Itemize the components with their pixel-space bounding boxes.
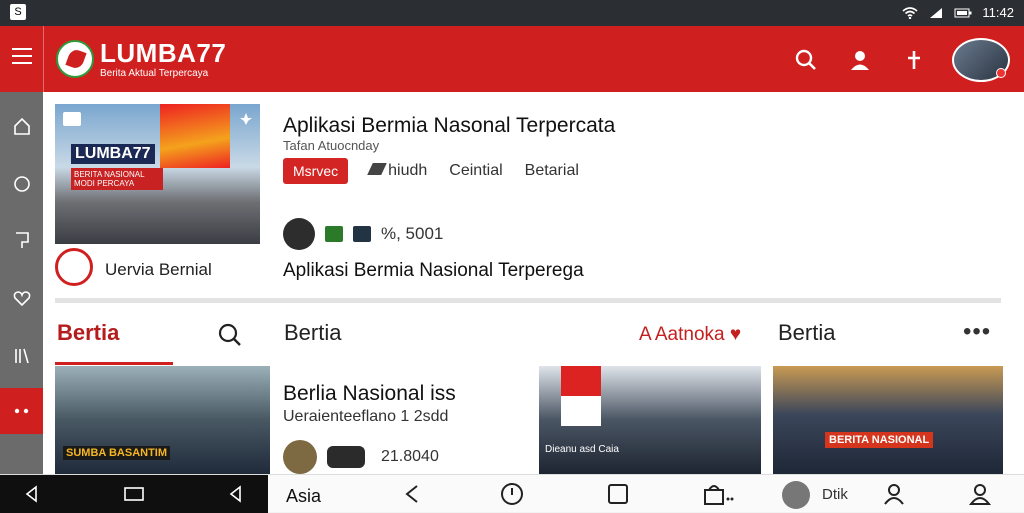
channel-logo-icon[interactable] xyxy=(55,248,93,286)
author-avatar[interactable] xyxy=(283,440,317,474)
news-card-title[interactable]: Berlia Nasional iss xyxy=(283,382,456,406)
more-dots-icon xyxy=(14,408,28,414)
channel-name[interactable]: Uervia Bernial xyxy=(105,260,212,280)
sidebar xyxy=(0,92,43,474)
divider xyxy=(43,26,44,92)
nav-back-icon[interactable] xyxy=(398,480,426,508)
chip-3[interactable]: Betarial xyxy=(525,162,579,180)
main-content: LUMBA77 BERITA NASIONAL MODI PERCAYA Uer… xyxy=(43,92,1024,474)
account-avatar[interactable] xyxy=(952,38,1010,82)
shield-icon xyxy=(325,226,343,242)
profile-button[interactable] xyxy=(844,44,876,76)
clock: 11:42 xyxy=(982,5,1014,20)
feature-headline[interactable]: Aplikasi Bermia Nasonal Terpercata xyxy=(283,114,615,138)
account-icon[interactable] xyxy=(966,480,994,508)
nav-account-label[interactable]: Dtik xyxy=(822,486,848,503)
status-icons: 11:42 xyxy=(902,5,1014,20)
card-tag: Dieanu asd Caia xyxy=(545,444,619,455)
sidebar-item-favorites[interactable] xyxy=(0,278,43,318)
section-divider xyxy=(55,298,1001,303)
section-link[interactable]: A Aatnoka ♥ xyxy=(639,324,741,346)
tablet-icon[interactable] xyxy=(604,480,632,508)
clock-icon[interactable] xyxy=(498,480,526,508)
nav-label[interactable]: Asia xyxy=(286,486,321,507)
sidebar-item-bookmark[interactable] xyxy=(0,220,43,260)
feature-headline-secondary[interactable]: Aplikasi Bermia Nasional Terperega xyxy=(283,260,584,282)
flag-graphic xyxy=(561,366,601,426)
card-tag: SUMBA BASANTIM xyxy=(63,446,171,460)
app-bar-actions xyxy=(790,38,1010,82)
feature-image-sublabel: BERITA NASIONAL MODI PERCAYA xyxy=(71,168,163,190)
chip-row: Msrvec hiudh Ceintial Betarial xyxy=(283,158,579,184)
wifi-icon xyxy=(902,6,918,19)
section-search-icon[interactable] xyxy=(217,322,243,353)
nav-avatar[interactable] xyxy=(782,481,810,509)
profile-icon[interactable] xyxy=(880,480,908,508)
news-card-subtitle: Ueraienteeflano 1 2sdd xyxy=(283,408,449,425)
heart-icon xyxy=(13,291,30,307)
system-nav-bar xyxy=(0,475,268,513)
chip-2[interactable]: Ceintial xyxy=(449,162,502,180)
news-card-image-2[interactable]: Dieanu asd Caia xyxy=(539,366,761,474)
diamond-icon xyxy=(353,226,371,242)
status-bar: S 11:42 xyxy=(0,0,1024,26)
recents-icon[interactable] xyxy=(222,480,250,508)
author-avatar[interactable] xyxy=(283,218,315,250)
news-card-image-1[interactable]: SUMBA BASANTIM xyxy=(55,366,270,474)
menu-icon[interactable] xyxy=(12,48,32,66)
search-button[interactable] xyxy=(790,44,822,76)
chip-1[interactable]: hiudh xyxy=(367,162,427,180)
sidebar-item-explore[interactable] xyxy=(0,164,43,204)
more-options-icon[interactable]: ••• xyxy=(963,318,991,346)
feature-meta: %, 5001 xyxy=(283,218,443,250)
sidebar-item-more[interactable] xyxy=(0,388,43,434)
search-icon xyxy=(795,49,816,70)
bag-icon[interactable] xyxy=(698,480,738,508)
card-tag: BERITA NASIONAL xyxy=(825,432,934,448)
bottom-navigation: Asia Dtik xyxy=(0,474,1024,513)
brand-tagline: Berita Aktual Terpercaya xyxy=(100,68,209,79)
feature-image[interactable]: LUMBA77 BERITA NASIONAL MODI PERCAYA xyxy=(55,104,260,244)
brand-logo-icon xyxy=(56,40,94,78)
home-square-icon[interactable] xyxy=(120,480,148,508)
sidebar-item-home[interactable] xyxy=(0,106,43,146)
add-button[interactable] xyxy=(898,44,930,76)
leaf-icon xyxy=(367,163,387,175)
notification-icon: S xyxy=(10,4,26,20)
compass-icon xyxy=(13,176,30,192)
user-icon xyxy=(851,51,869,70)
news-card-count: 21.8040 xyxy=(381,448,439,465)
feature-image-label: LUMBA77 xyxy=(71,144,155,164)
feature-subtitle: Tafan Atuocnday xyxy=(283,138,380,153)
bookmark-icon xyxy=(15,232,29,248)
section-title-left[interactable]: Bertia xyxy=(57,320,119,346)
view-count: %, 5001 xyxy=(381,224,444,243)
badge-icon xyxy=(63,112,81,126)
brand-name: LUMBA77 xyxy=(100,38,227,68)
home-icon xyxy=(13,117,30,135)
books-icon xyxy=(14,348,29,364)
active-tab-indicator xyxy=(55,362,173,365)
app-bar: LUMBA77 Berita Aktual Terpercaya xyxy=(0,26,1024,92)
sidebar-item-library[interactable] xyxy=(0,336,43,376)
battery-icon xyxy=(954,7,972,19)
plus-icon xyxy=(908,51,920,69)
news-card-image-3[interactable]: BERITA NASIONAL xyxy=(773,366,1003,474)
back-icon[interactable] xyxy=(18,480,46,508)
heart-icon: ♥ xyxy=(729,324,742,345)
news-card-meta: 21.8040 xyxy=(283,440,439,474)
section-title-right[interactable]: Bertia xyxy=(778,320,835,346)
pin-icon[interactable] xyxy=(240,112,252,125)
signal-icon xyxy=(928,7,944,19)
chip-primary[interactable]: Msrvec xyxy=(283,158,349,184)
section-title-middle[interactable]: Bertia xyxy=(284,320,341,346)
flag-graphic xyxy=(160,104,230,168)
source-badge-icon xyxy=(327,446,365,468)
